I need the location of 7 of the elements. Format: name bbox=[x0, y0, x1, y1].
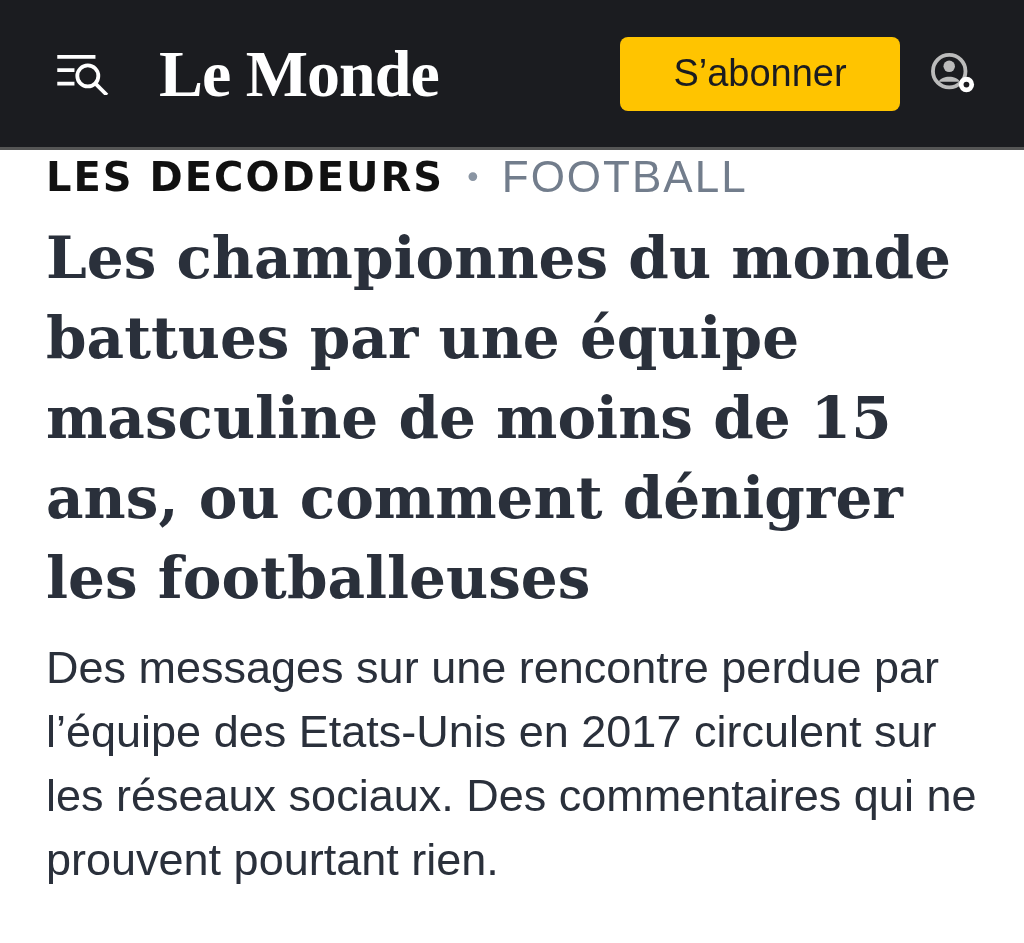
article-summary: Des messages sur une rencontre perdue par l’équipe des Etats-Unis en 2017 circulent sur les réseaux sociaux. Des commentaires qui ne prouvent pourtant rien. bbox=[46, 641, 978, 887]
section-label[interactable]: LES DECODEURS bbox=[46, 154, 445, 200]
headline: Les championnes du monde battues par une équipe masculine de moins de 15 ans, ou comment dénigrer les footballeuses bbox=[46, 223, 952, 614]
separator-dot: • bbox=[464, 159, 482, 195]
topic-label[interactable]: FOOTBALL bbox=[501, 152, 748, 202]
subscribe-button[interactable]: S’abonner bbox=[620, 36, 900, 111]
site-logo[interactable]: Le Monde bbox=[159, 35, 439, 112]
